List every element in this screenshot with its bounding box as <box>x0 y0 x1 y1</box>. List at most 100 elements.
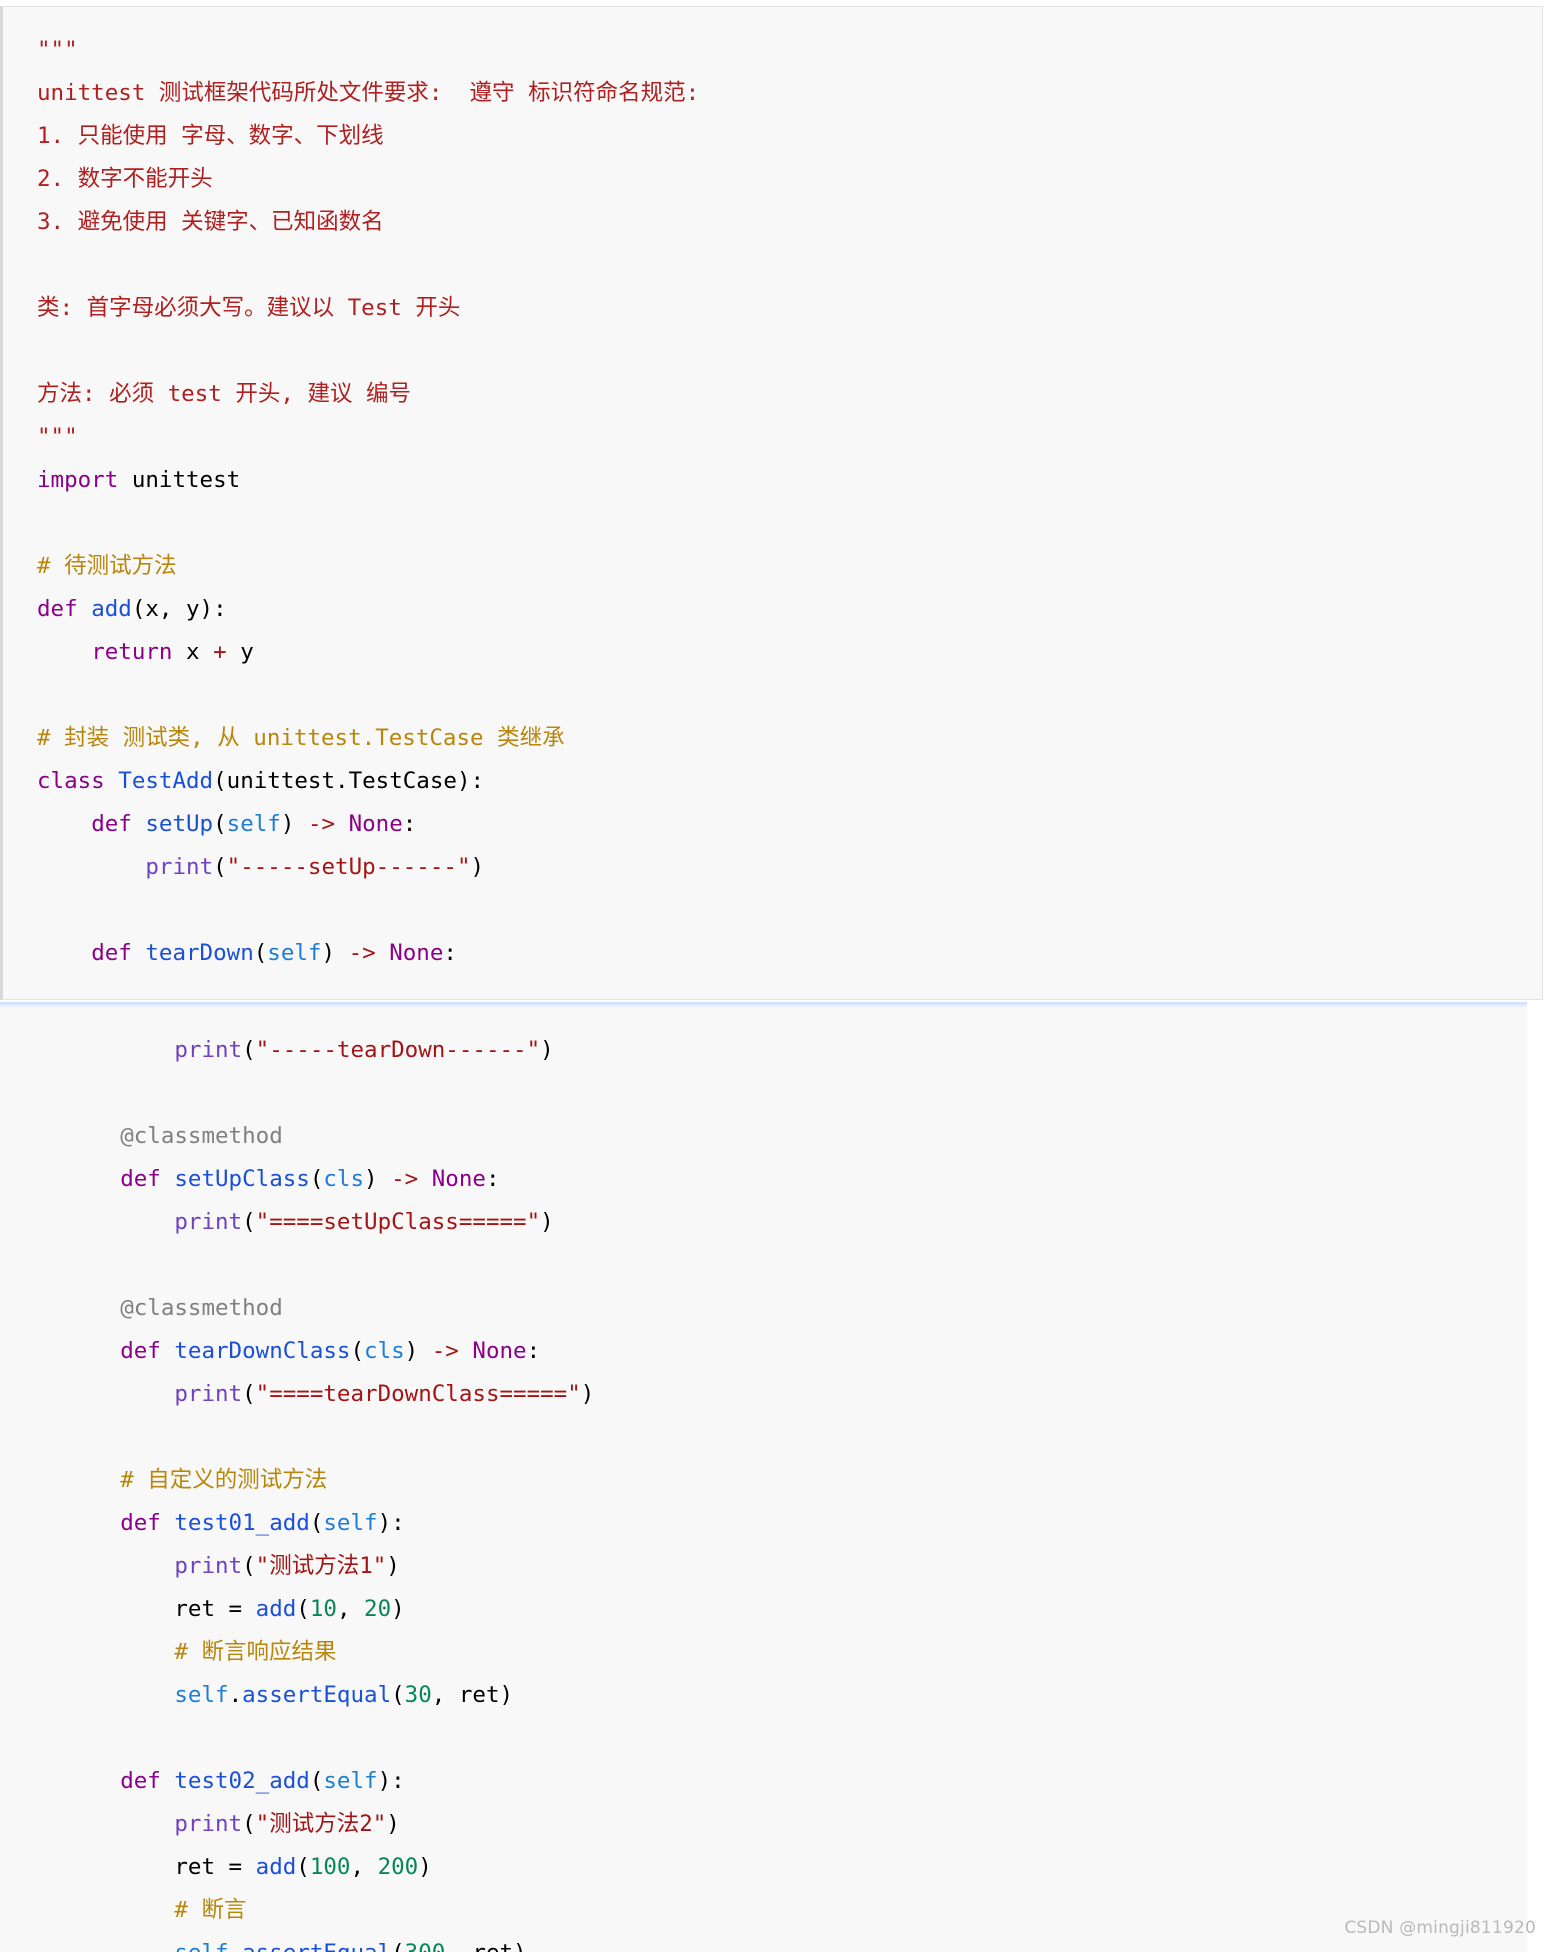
code-token: x <box>172 639 214 665</box>
code-token: return <box>91 639 173 665</box>
code-token: tearDown <box>145 940 254 966</box>
code-token: ): <box>377 1510 405 1536</box>
code-text-lower: ​ print("-----tearDown------") ​ @classm… <box>66 1004 594 1952</box>
code-token: ) <box>321 940 349 966</box>
code-token: , ret) <box>445 1940 526 1952</box>
code-token: print <box>174 1553 243 1579</box>
code-token: """ <box>37 37 78 63</box>
code-token: # 自定义的测试方法 <box>120 1467 328 1493</box>
code-token: , ret) <box>431 1682 514 1708</box>
code-line: return x + y <box>37 639 254 665</box>
code-token: + <box>213 639 227 665</box>
code-token: # 待测试方法 <box>37 553 177 579</box>
code-token: 1. 只能使用 字母、数字、下划线 <box>37 123 384 149</box>
code-token: 2. 数字不能开头 <box>37 166 213 192</box>
code-token: -> <box>431 1338 459 1364</box>
code-token: , <box>350 1854 378 1880</box>
code-block-upper: """ unittest 测试框架代码所处文件要求: 遵守 标识符命名规范: 1… <box>0 6 1543 1000</box>
code-token: ) <box>404 1338 432 1364</box>
code-token: ( <box>350 1338 365 1364</box>
code-token: self <box>226 811 281 837</box>
code-token: : <box>526 1338 541 1364</box>
code-line: def test01_add(self): <box>66 1510 405 1536</box>
code-line: def tearDownClass(cls) -> None: <box>66 1338 540 1364</box>
code-token: ): <box>377 1768 405 1794</box>
code-token: print <box>145 854 214 880</box>
code-token: # 封装 测试类, 从 unittest.TestCase 类继承 <box>37 725 565 751</box>
code-line: """ <box>37 37 78 63</box>
code-token: ( <box>391 1940 405 1952</box>
code-line: import unittest <box>37 467 240 493</box>
code-token: : <box>402 811 417 837</box>
code-token: ) <box>386 1811 400 1837</box>
code-token: ( <box>242 1553 256 1579</box>
code-token: 3. 避免使用 关键字、已知函数名 <box>37 209 384 235</box>
code-token: ( <box>309 1768 324 1794</box>
code-line: # 待测试方法 <box>37 553 177 579</box>
code-token: test02_add <box>174 1768 310 1794</box>
code-token: "====setUpClass=====" <box>255 1209 541 1235</box>
code-line: 类: 首字母必须大写。建议以 Test 开头 <box>37 295 460 321</box>
code-line: """ <box>37 424 78 450</box>
code-line: def setUp(self) -> None: <box>37 811 416 837</box>
code-text-upper: """ unittest 测试框架代码所处文件要求: 遵守 标识符命名规范: 1… <box>37 29 699 975</box>
code-token: ) <box>470 854 485 880</box>
code-token: # 断言 <box>174 1897 247 1923</box>
code-token: (x, y): <box>131 596 227 622</box>
code-token: -> <box>307 811 336 837</box>
code-token: ( <box>213 811 227 837</box>
code-line: 方法: 必须 test 开头, 建议 编号 <box>37 381 411 407</box>
code-token: . <box>229 1940 243 1952</box>
code-line: # 自定义的测试方法 <box>66 1467 327 1493</box>
code-token: def <box>120 1338 161 1364</box>
code-token: "-----tearDown------" <box>255 1037 541 1063</box>
code-token: ) <box>540 1209 554 1235</box>
code-token: def <box>37 596 78 622</box>
code-token: class <box>37 768 105 794</box>
code-line: @classmethod <box>66 1123 283 1149</box>
code-token: ) <box>391 1596 405 1622</box>
code-token: ( <box>296 1596 310 1622</box>
code-token: ( <box>242 1381 256 1407</box>
code-token: ret = <box>66 1596 256 1622</box>
code-token: 10 <box>309 1596 337 1622</box>
code-line: # 断言 <box>66 1897 246 1923</box>
code-token: : <box>485 1166 500 1192</box>
code-token: add <box>255 1854 297 1880</box>
code-token: setUp <box>145 811 214 837</box>
code-token: 类: 首字母必须大写。建议以 Test 开头 <box>37 295 461 321</box>
code-token: ret = <box>66 1854 256 1880</box>
code-token: None <box>389 940 444 966</box>
code-token: ( <box>253 940 268 966</box>
code-token: unittest 测试框架代码所处文件要求: 遵守 标识符命名规范: <box>37 80 700 106</box>
code-token: def <box>120 1166 161 1192</box>
code-token: ( <box>296 1854 310 1880</box>
code-token: "测试方法2" <box>255 1811 387 1837</box>
code-token: self <box>267 940 322 966</box>
code-token: 300 <box>405 1940 446 1952</box>
code-token: def <box>120 1510 161 1536</box>
code-line: 1. 只能使用 字母、数字、下划线 <box>37 123 384 149</box>
code-token: print <box>174 1381 243 1407</box>
code-line: print("测试方法1") <box>66 1553 399 1579</box>
code-token: None <box>431 1166 486 1192</box>
code-token: ( <box>309 1166 324 1192</box>
code-token: 200 <box>377 1854 419 1880</box>
code-line: # 断言响应结果 <box>66 1639 336 1665</box>
code-token: 100 <box>309 1854 351 1880</box>
